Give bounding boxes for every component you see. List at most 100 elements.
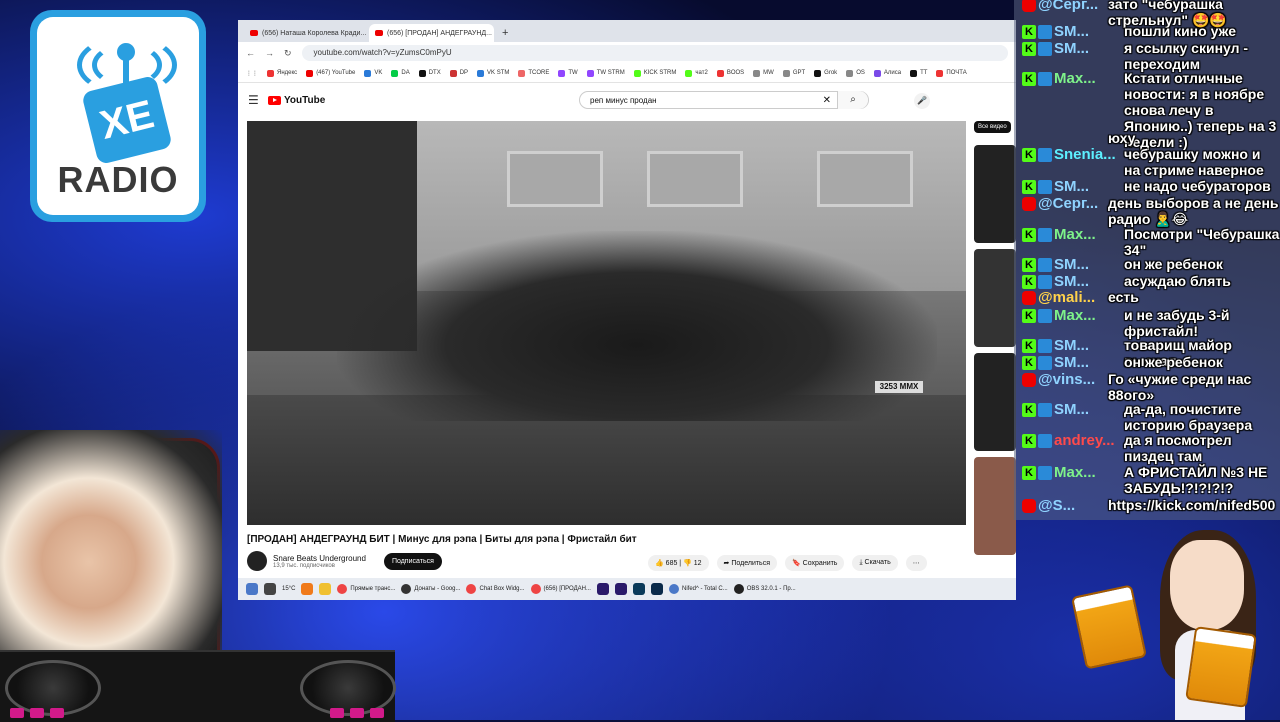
url-field[interactable]: youtube.com/watch?v=yZumsC0mPyU: [301, 45, 1008, 61]
taskbar-item[interactable]: OBS 32.0.1 - Пр...: [733, 584, 796, 594]
badge-icon: [1038, 466, 1052, 480]
back-icon[interactable]: ←: [246, 48, 255, 58]
search-icon[interactable]: ⌕: [837, 91, 868, 109]
kick-icon: K: [1022, 466, 1036, 480]
badge-icon: [1038, 148, 1052, 162]
bookmark[interactable]: KICK STRM: [633, 69, 676, 77]
bookmark[interactable]: MW: [753, 69, 774, 77]
youtube-icon: [1022, 197, 1036, 211]
bookmark[interactable]: ПОЧТА: [936, 69, 967, 77]
tab-prodan[interactable]: (656) [ПРОДАН] АНДЕГРАУНД...✕: [369, 24, 494, 42]
bookmark[interactable]: TCORE: [518, 69, 549, 77]
dj-controller: [0, 650, 396, 722]
bookmark[interactable]: чат2: [685, 69, 708, 77]
weather-widget[interactable]: 15°C: [282, 586, 295, 592]
related-thumbnail[interactable]: [974, 353, 1016, 451]
kick-icon: K: [1022, 228, 1036, 242]
chat-message: K SM... асуждаю блять: [1022, 273, 1280, 290]
save-button[interactable]: 🔖 Сохранить: [785, 555, 845, 571]
bookmark[interactable]: TW STRM: [586, 69, 625, 77]
share-button[interactable]: ➦ Поделиться: [716, 555, 777, 571]
clear-icon[interactable]: ✕: [823, 95, 831, 106]
search-box[interactable]: реп минус продан ✕ ⌕: [579, 91, 869, 109]
premiere-icon[interactable]: [596, 583, 609, 595]
youtube-icon: [250, 30, 258, 36]
bookmark[interactable]: Grok: [814, 69, 837, 77]
reload-icon[interactable]: ↻: [284, 48, 292, 59]
video-player[interactable]: 3253 ММХ: [247, 121, 966, 525]
taskbar-item[interactable]: Chat Box Widg...: [466, 584, 525, 594]
mic-icon[interactable]: 🎤: [914, 93, 930, 109]
kick-icon: K: [1022, 275, 1036, 289]
subscribe-button[interactable]: Подписаться: [383, 552, 442, 570]
photoshop-icon[interactable]: [650, 583, 663, 595]
tab-label: (656) [ПРОДАН] АНДЕГРАУНД...: [387, 29, 492, 37]
task-view-icon[interactable]: [264, 583, 276, 595]
like-button[interactable]: 👍 685 | 👎 12: [648, 555, 709, 571]
chat-overlay: @Серг... зато "чебурашка стрельнул" 🤩🤩 K SM…: [1014, 0, 1280, 520]
bookmark[interactable]: OS: [846, 69, 865, 77]
tab-natasha[interactable]: (656) Наташа Королева Кради...✕: [244, 24, 369, 42]
chat-nickname: SM...: [1054, 401, 1090, 418]
youtube-icon: [375, 30, 383, 36]
chat-message: @S... https://kick.com/nifed500: [1022, 497, 1280, 514]
browser-window: (656) Наташа Королева Кради...✕ (656) [П…: [238, 20, 1016, 600]
bookmark[interactable]: TW: [558, 69, 578, 77]
taskbar-item[interactable]: Прямые транс...: [337, 584, 395, 594]
anime-mascot: [1070, 520, 1280, 720]
chat-message: K SM... не надо чебураторов: [1022, 178, 1280, 195]
related-thumbnail[interactable]: [974, 145, 1016, 243]
download-button[interactable]: ⤓ Скачать: [852, 555, 898, 571]
chat-text: он же ребенок: [1124, 354, 1223, 370]
logo-radio-text: RADIO: [57, 159, 179, 200]
bookmark[interactable]: DTX: [418, 69, 441, 77]
chat-nickname: @vins...: [1038, 371, 1096, 388]
apps-icon[interactable]: ⋮⋮: [246, 70, 258, 77]
chat-text: https://kick.com/nifed500: [1108, 497, 1276, 513]
bookmark[interactable]: Алиса: [873, 69, 901, 77]
menu-icon[interactable]: ☰: [248, 93, 268, 107]
bookmark[interactable]: DP: [449, 69, 468, 77]
bookmark[interactable]: DA: [391, 69, 410, 77]
windows-taskbar: 15°C Прямые транс... Донаты - Goog... Ch…: [238, 578, 1016, 600]
premiere-icon[interactable]: [614, 583, 627, 595]
chat-message: @vins... Го «чужие среди нас 88ого»: [1022, 371, 1280, 403]
youtube-icon: [1022, 499, 1036, 513]
forward-icon[interactable]: →: [265, 48, 274, 58]
windows-start-icon[interactable]: [246, 583, 258, 595]
youtube-header: ☰ YouTube реп минус продан ✕ ⌕ 🎤: [238, 83, 1016, 117]
related-thumbnail[interactable]: [974, 249, 1016, 347]
bookmark[interactable]: VK: [364, 69, 382, 77]
bookmark[interactable]: Яндекс: [267, 69, 297, 77]
bookmark[interactable]: GPT: [782, 69, 805, 77]
folder-icon[interactable]: [319, 583, 332, 595]
related-thumbnail[interactable]: [974, 457, 1016, 555]
chat-text: Посмотри "Чебурашка 34": [1124, 226, 1280, 258]
new-tab-button[interactable]: +: [494, 24, 516, 42]
search-input[interactable]: реп минус продан: [590, 96, 657, 105]
chat-text: юху: [1108, 130, 1136, 146]
channel-avatar[interactable]: [247, 551, 267, 571]
chat-text: он же ребенок: [1124, 256, 1223, 272]
bookmark[interactable]: VK STM: [477, 69, 509, 77]
youtube-logo[interactable]: YouTube: [268, 95, 325, 106]
bookmark[interactable]: TT: [910, 69, 927, 77]
kick-icon: K: [1022, 180, 1036, 194]
firefox-icon[interactable]: [301, 583, 314, 595]
bookmark[interactable]: (467) YouTube: [306, 69, 355, 77]
badge-icon: [1038, 339, 1052, 353]
channel-name[interactable]: Snare Beats Underground: [273, 554, 366, 563]
chat-nickname: SM...: [1054, 40, 1090, 57]
chat-text: чебурашку можно и на стриме наверное: [1124, 146, 1264, 178]
taskbar-item[interactable]: (656) [ПРОДАН...: [530, 584, 591, 594]
taskbar-item[interactable]: Донаты - Goog...: [401, 584, 460, 594]
bookmark[interactable]: BOOS: [716, 69, 744, 77]
more-icon[interactable]: ⋯: [905, 555, 927, 571]
audition-icon[interactable]: [632, 583, 645, 595]
bookmarks-bar: ⋮⋮ Яндекс (467) YouTube VK DA DTX DP VK …: [238, 64, 1016, 83]
tab-bar: (656) Наташа Королева Кради...✕ (656) [П…: [238, 20, 1016, 42]
filter-chip-all[interactable]: Все видео: [974, 121, 1011, 133]
taskbar-item[interactable]: Nifed^ - Total C...: [668, 584, 728, 594]
chat-text: пошли кино уже: [1124, 23, 1237, 39]
badge-icon: [1038, 309, 1052, 323]
